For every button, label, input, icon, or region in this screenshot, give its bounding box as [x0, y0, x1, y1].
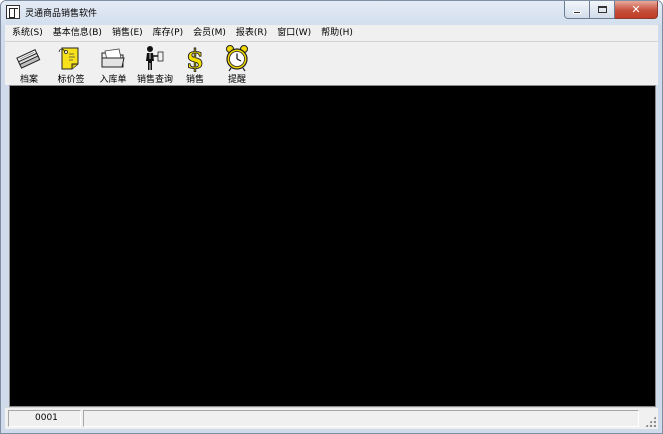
window-title: 灵通商品销售软件	[25, 9, 98, 19]
toolbar-sale-button[interactable]: $ 销售	[179, 43, 211, 85]
toolbar-sales-query-button[interactable]: 销售查询	[135, 43, 175, 85]
maximize-icon	[597, 6, 607, 13]
maximize-button[interactable]	[590, 1, 615, 19]
menu-inventory[interactable]: 库存(P)	[148, 25, 188, 41]
toolbar-archive-button[interactable]: 档案	[9, 43, 49, 85]
status-message	[83, 410, 639, 427]
window-controls: ✕	[564, 1, 658, 20]
status-bar: 0001	[5, 407, 658, 429]
status-code: 0001	[8, 410, 81, 427]
menu-basic-info[interactable]: 基本信息(B)	[48, 25, 107, 41]
person-query-icon	[146, 46, 164, 70]
alarm-clock-icon	[226, 45, 248, 72]
menu-member[interactable]: 会员(M)	[188, 25, 231, 41]
menu-sales[interactable]: 销售(E)	[107, 25, 148, 41]
toolbar-stock-in-label: 入库单	[99, 75, 127, 85]
toolbar-sale-label: 销售	[185, 75, 204, 85]
folder-icon	[101, 48, 125, 68]
toolbar-reminder-button[interactable]: 提醒	[219, 43, 255, 85]
toolbar-reminder-label: 提醒	[227, 75, 246, 85]
minimize-button[interactable]	[564, 1, 590, 19]
close-button[interactable]: ✕	[615, 1, 658, 19]
app-icon[interactable]	[6, 5, 20, 19]
toolbar-price-tag-button[interactable]: 标价签	[51, 43, 91, 85]
mdi-workspace[interactable]	[9, 85, 656, 407]
toolbar: 档案 标价签 入库单 销售查询 $ 销售 提醒	[5, 41, 658, 85]
archive-icon	[16, 49, 41, 69]
menu-system[interactable]: 系统(S)	[7, 25, 48, 41]
svg-text:$: $	[186, 45, 204, 72]
menu-window[interactable]: 窗口(W)	[272, 25, 316, 41]
price-tag-icon	[58, 47, 79, 70]
title-bar[interactable]: 灵通商品销售软件 ✕	[1, 1, 662, 25]
menu-reports[interactable]: 报表(R)	[231, 25, 272, 41]
toolbar-sales-query-label: 销售查询	[136, 75, 173, 85]
dollar-icon: $	[186, 45, 205, 72]
close-icon: ✕	[631, 3, 641, 16]
app-window: 灵通商品销售软件 ✕ 系统(S) 基本信息(B) 销售(E) 库存(P) 会员(…	[0, 0, 663, 434]
toolbar-stock-in-button[interactable]: 入库单	[93, 43, 133, 85]
minimize-icon	[573, 11, 581, 14]
toolbar-archive-label: 档案	[19, 75, 38, 85]
toolbar-price-tag-label: 标价签	[57, 75, 85, 85]
menu-help[interactable]: 帮助(H)	[316, 25, 358, 41]
menu-bar: 系统(S) 基本信息(B) 销售(E) 库存(P) 会员(M) 报表(R) 窗口…	[5, 25, 658, 41]
resize-grip-icon[interactable]	[645, 416, 656, 427]
